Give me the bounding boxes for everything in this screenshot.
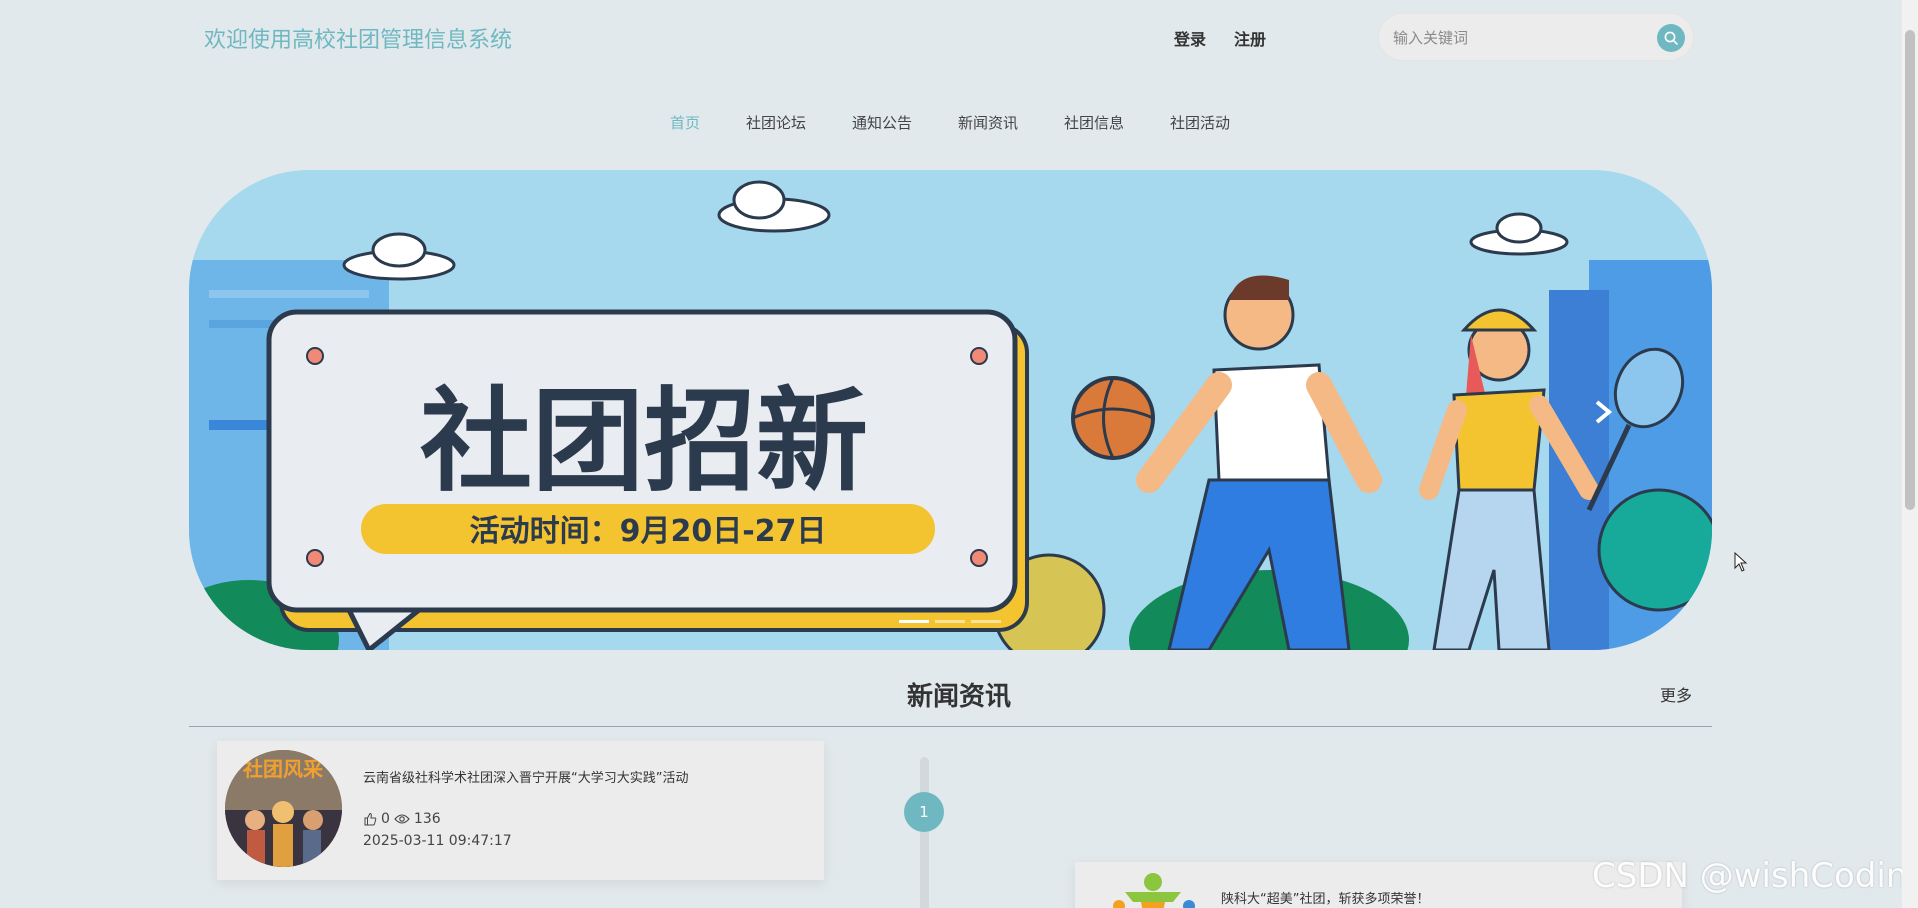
news-title[interactable]: 云南省级社科学术社团深入晋宁开展“大学习大实践”活动 (363, 767, 688, 786)
like-count: 0 (381, 811, 390, 827)
register-link[interactable]: 注册 (1234, 26, 1266, 50)
carousel-indicator-1[interactable] (899, 620, 929, 623)
news-thumbnail[interactable] (1085, 862, 1202, 908)
eye-icon (394, 814, 410, 824)
nav-item-forum[interactable]: 社团论坛 (746, 112, 806, 133)
like-icon[interactable] (363, 812, 377, 826)
search-input[interactable] (1393, 24, 1643, 52)
banner-carousel[interactable]: 社团招新 活动时间：9月20日-27日 (189, 170, 1712, 650)
watermark: CSDN @wishCoding (1592, 856, 1918, 896)
mouse-cursor-icon (1734, 552, 1748, 572)
section-title: 新闻资讯 (906, 682, 1011, 712)
more-link[interactable]: 更多 (1660, 682, 1692, 706)
nav-item-news[interactable]: 新闻资讯 (958, 112, 1018, 133)
login-link[interactable]: 登录 (1174, 26, 1206, 50)
thumbnail-text: 社团风采 (242, 757, 323, 781)
banner-headline: 社团招新 (420, 377, 868, 507)
news-meta: 0 136 (363, 811, 441, 827)
scrollbar[interactable] (1902, 0, 1918, 908)
nav-item-club-activity[interactable]: 社团活动 (1170, 112, 1230, 133)
nav-item-club-info[interactable]: 社团信息 (1064, 112, 1124, 133)
news-title[interactable]: 陕科大“超美”社团，斩获多项荣誉！ (1221, 888, 1429, 907)
news-card[interactable]: 陕科大“超美”社团，斩获多项荣誉！ (1075, 862, 1682, 908)
nav-item-home[interactable]: 首页 (670, 112, 700, 133)
carousel-indicator-3[interactable] (971, 620, 1001, 623)
news-card[interactable]: 社团风采 云南省级社科学术社团深入晋宁开展“大学习大实践”活动 0 136 20… (217, 741, 824, 880)
timeline-number[interactable]: 1 (904, 792, 944, 832)
banner-subtitle: 活动时间：9月20日-27日 (470, 514, 827, 549)
search-icon (1664, 31, 1678, 45)
timeline-track (920, 757, 929, 908)
search-button[interactable] (1657, 24, 1685, 52)
search-box (1378, 13, 1694, 61)
news-thumbnail[interactable]: 社团风采 (225, 750, 342, 867)
scrollbar-thumb[interactable] (1905, 30, 1915, 510)
carousel-indicator-2[interactable] (935, 620, 965, 623)
view-count: 136 (413, 811, 441, 827)
site-title: 欢迎使用高校社团管理信息系统 (204, 28, 513, 53)
news-date: 2025-03-11 09:47:17 (363, 833, 512, 849)
section-divider (189, 726, 1712, 727)
banner-illustration: 社团招新 活动时间：9月20日-27日 (189, 180, 1712, 650)
nav-item-notice[interactable]: 通知公告 (852, 112, 912, 133)
